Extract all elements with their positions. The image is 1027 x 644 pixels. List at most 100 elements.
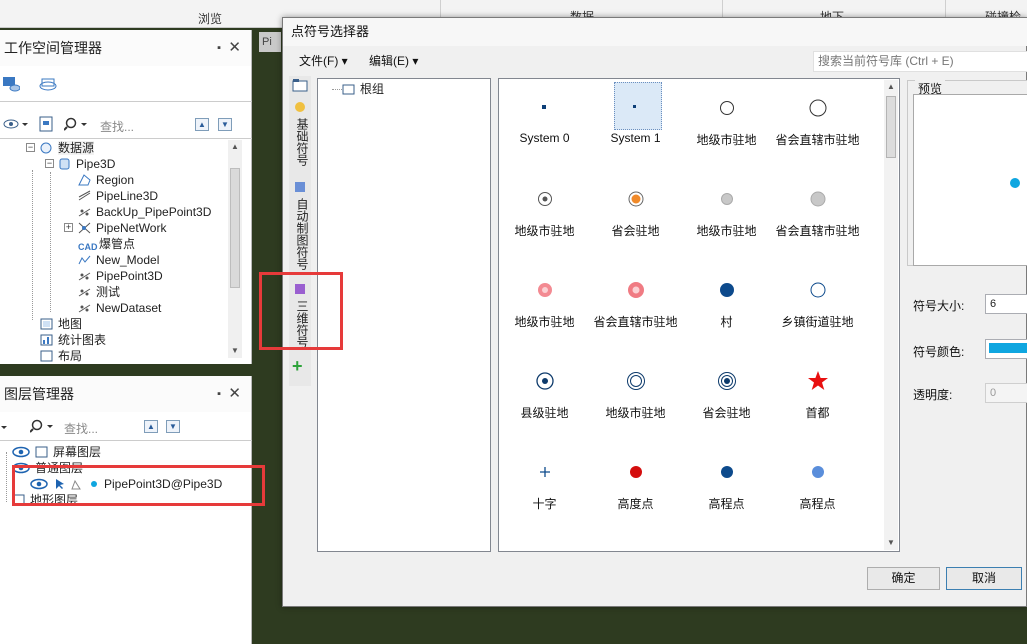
eye-dropdown-icon[interactable] bbox=[2, 116, 30, 135]
symbol-grid: System 0 System 1 地级市驻地 省会直辖市驻地 地级市驻地 省会… bbox=[498, 78, 900, 552]
tree-item-pipepoint3d[interactable]: PipePoint3D bbox=[78, 268, 163, 284]
symbol-search-input[interactable]: 搜索当前符号库 (Ctrl + E) bbox=[813, 51, 1027, 72]
symbol-cross[interactable]: 十字 bbox=[499, 443, 590, 534]
symbol-village[interactable]: 村 bbox=[681, 261, 772, 352]
point-symbol-dialog: 点符号选择器 文件(F) ▾ 编辑(E) ▾ 搜索当前符号库 (Ctrl + E… bbox=[282, 17, 1027, 607]
scroll-up-icon[interactable]: ▲ bbox=[231, 142, 239, 151]
workspace-scrollbar[interactable]: ▲ ▼ bbox=[228, 140, 242, 358]
document-tab[interactable]: Pi bbox=[259, 32, 281, 52]
model-icon bbox=[78, 254, 91, 266]
menu-file[interactable]: 文件(F) ▾ bbox=[299, 52, 348, 69]
color-label: 符号颜色: bbox=[913, 345, 965, 359]
visible-eye-icon[interactable] bbox=[12, 446, 30, 458]
find-down-button[interactable]: ▼ bbox=[166, 420, 180, 433]
auto-symbol-icon bbox=[293, 180, 307, 194]
tree-item-pipenetwork[interactable]: PipeNetWork bbox=[78, 220, 166, 236]
symbol-county-seat[interactable]: 县级驻地 bbox=[499, 352, 590, 443]
layout-icon bbox=[40, 350, 53, 362]
layer-find-input[interactable]: 查找... bbox=[64, 420, 98, 437]
tab-basic-symbols[interactable]: 基础符号 bbox=[289, 100, 311, 190]
datasource-icon bbox=[40, 142, 53, 154]
highlight-3d-tab-box bbox=[259, 272, 343, 350]
tree-item-new-model[interactable]: New_Model bbox=[78, 252, 159, 268]
tree-item-backup-pipepoint3d[interactable]: BackUp_PipePoint3D bbox=[78, 204, 211, 220]
layer-manager-panel: 图层管理器 ▪ ✕ 查找... ▲ ▼ 屏幕图层 普通图层 PipePoint3… bbox=[0, 376, 252, 644]
preview-canvas bbox=[913, 94, 1027, 266]
pin-icon[interactable]: ▪ bbox=[217, 30, 221, 66]
symbol-township[interactable]: 乡镇街道驻地 bbox=[772, 261, 863, 352]
size-input[interactable]: 6 bbox=[985, 294, 1027, 314]
tree-item-charts[interactable]: 统计图表 bbox=[40, 332, 106, 348]
ok-button[interactable]: 确定 bbox=[867, 567, 940, 590]
find-down-button[interactable]: ▼ bbox=[218, 118, 232, 131]
preview-symbol bbox=[1010, 178, 1020, 188]
point3d-icon bbox=[78, 270, 91, 282]
collapse-pipe3d[interactable]: − bbox=[45, 159, 54, 168]
symbol-capital-star[interactable]: 首都 bbox=[772, 352, 863, 443]
properties-icon[interactable] bbox=[38, 116, 54, 135]
tree-item-pipeline3d[interactable]: PipeLine3D bbox=[78, 188, 158, 204]
scroll-down-icon[interactable]: ▼ bbox=[887, 538, 895, 547]
highlight-layer-box bbox=[12, 465, 265, 506]
symbol-provincial-seat-2[interactable]: 省会驻地 bbox=[681, 352, 772, 443]
tree-item-burst-point[interactable]: CAD 爆管点 bbox=[78, 236, 135, 252]
menu-edit[interactable]: 编辑(E) ▾ bbox=[369, 52, 418, 69]
symbol-elevation-point-2[interactable]: 高程点 bbox=[772, 443, 863, 534]
symbol-group-tree: 根组 bbox=[317, 78, 491, 552]
database-icon bbox=[58, 158, 71, 170]
region-icon bbox=[78, 174, 91, 186]
symbol-provincial-capital-2[interactable]: 省会直辖市驻地 bbox=[772, 170, 863, 261]
workspace-find-input[interactable]: 查找... bbox=[100, 118, 134, 135]
layer-screen[interactable]: 屏幕图层 bbox=[12, 444, 101, 460]
workspace-manager-header: 工作空间管理器 ▪ ✕ bbox=[0, 30, 251, 66]
tree-item-datasource[interactable]: 数据源 bbox=[40, 140, 95, 156]
size-label: 符号大小: bbox=[913, 299, 965, 313]
search-dropdown-icon[interactable] bbox=[29, 418, 56, 437]
tree-item-newdataset[interactable]: NewDataset bbox=[78, 300, 161, 316]
tree-item-region[interactable]: Region bbox=[78, 172, 134, 188]
pin-icon[interactable]: ▪ bbox=[217, 376, 221, 412]
line3d-icon bbox=[78, 190, 91, 202]
expand-pipenetwork[interactable]: + bbox=[64, 223, 73, 232]
collapse-datasource[interactable]: − bbox=[26, 143, 35, 152]
folder-icon[interactable] bbox=[292, 78, 308, 95]
symbol-height-point[interactable]: 高度点 bbox=[590, 443, 681, 534]
map-icon bbox=[40, 318, 53, 330]
scene-tab-icon[interactable] bbox=[38, 76, 58, 92]
tree-item-layouts[interactable]: 布局 bbox=[40, 348, 82, 364]
layer-tool-dropdown-icon[interactable] bbox=[0, 419, 12, 438]
cad-icon: CAD bbox=[78, 242, 98, 252]
symbol-provincial-capital-3[interactable]: 省会直辖市驻地 bbox=[590, 261, 681, 352]
basic-symbol-icon bbox=[293, 100, 307, 114]
add-library-icon[interactable]: + bbox=[292, 357, 303, 375]
symbol-prefecture-city-5[interactable]: 地级市驻地 bbox=[590, 352, 681, 443]
color-picker[interactable] bbox=[985, 339, 1027, 359]
symbol-prefecture-city-3[interactable]: 地级市驻地 bbox=[681, 170, 772, 261]
find-up-button[interactable]: ▲ bbox=[195, 118, 209, 131]
point3d-icon bbox=[78, 206, 91, 218]
symbol-grid-scrollbar[interactable]: ▲ ▼ bbox=[884, 80, 898, 550]
scroll-down-icon[interactable]: ▼ bbox=[231, 346, 239, 355]
scroll-up-icon[interactable]: ▲ bbox=[887, 82, 895, 91]
symbol-prefecture-city-1[interactable]: 地级市驻地 bbox=[681, 79, 772, 170]
symbol-prefecture-city-4[interactable]: 地级市驻地 bbox=[499, 261, 590, 352]
symbol-provincial-capital-1[interactable]: 省会直辖市驻地 bbox=[772, 79, 863, 170]
tree-item-test[interactable]: 测试 bbox=[78, 284, 120, 300]
symbol-prefecture-city-2[interactable]: 地级市驻地 bbox=[499, 170, 590, 261]
close-icon[interactable]: ✕ bbox=[228, 30, 241, 66]
group-root[interactable]: 根组 bbox=[342, 81, 384, 97]
find-up-button[interactable]: ▲ bbox=[144, 420, 158, 433]
symbol-system-1[interactable]: System 1 bbox=[590, 79, 681, 170]
search-dropdown-icon[interactable] bbox=[63, 116, 90, 135]
opacity-input[interactable]: 0 bbox=[985, 383, 1027, 403]
tree-item-pipe3d[interactable]: Pipe3D bbox=[58, 156, 115, 172]
cancel-button[interactable]: 取消 bbox=[946, 567, 1022, 590]
symbol-provincial-seat-1[interactable]: 省会驻地 bbox=[590, 170, 681, 261]
datasource-tab-icon[interactable] bbox=[2, 76, 21, 92]
close-icon[interactable]: ✕ bbox=[228, 376, 241, 412]
tree-item-maps[interactable]: 地图 bbox=[40, 316, 82, 332]
symbol-elevation-point-1[interactable]: 高程点 bbox=[681, 443, 772, 534]
symbol-system-0[interactable]: System 0 bbox=[499, 79, 590, 170]
ribbon-group-browse[interactable]: 浏览 bbox=[198, 10, 222, 27]
point3d-icon bbox=[78, 286, 91, 298]
